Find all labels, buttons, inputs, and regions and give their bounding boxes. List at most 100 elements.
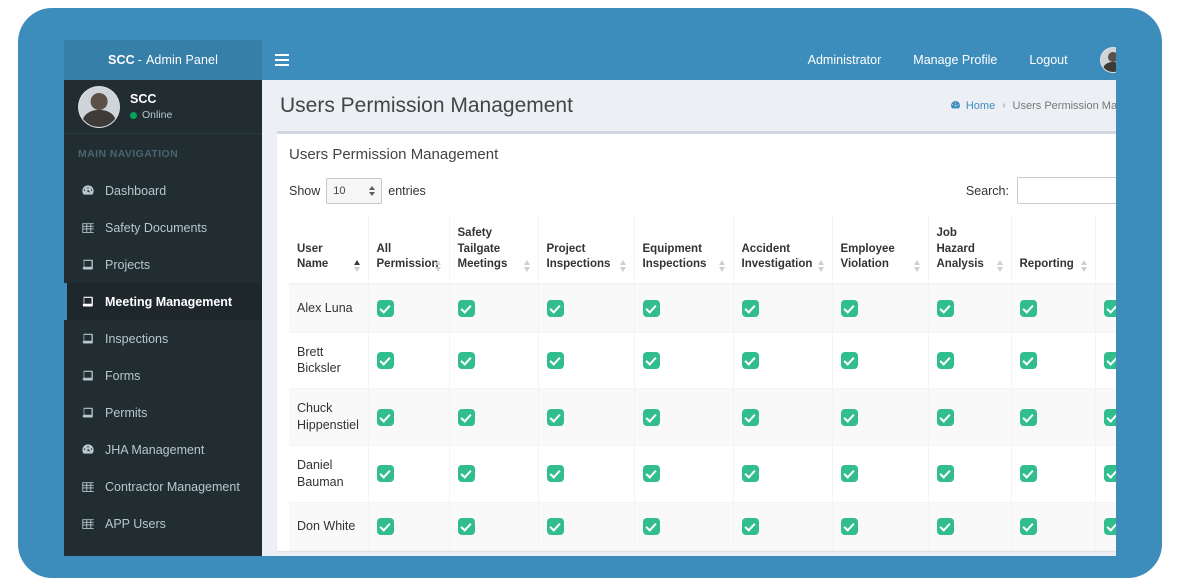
permission-checkbox-checked[interactable] — [546, 408, 564, 426]
sidebar-item-safety-documents[interactable]: Safety Documents — [64, 209, 262, 246]
permission-checkbox-checked[interactable] — [457, 465, 475, 483]
breadcrumb-home[interactable]: Home — [950, 100, 995, 112]
cell-permission — [367, 501, 449, 551]
permission-checkbox-checked[interactable] — [1019, 351, 1037, 369]
permission-checkbox-checked[interactable] — [741, 351, 759, 369]
hamburger-menu-icon[interactable] — [262, 40, 302, 80]
column-header-all-permission[interactable]: All Permission — [367, 214, 449, 285]
permission-checkbox-checked[interactable] — [936, 299, 954, 317]
permission-checkbox-checked[interactable] — [376, 351, 394, 369]
sidebar-user-panel[interactable]: SCC Online — [64, 80, 262, 134]
sort-icon — [522, 260, 532, 272]
sidebar-item-projects[interactable]: Projects — [64, 246, 262, 283]
cell-permission — [1010, 549, 1095, 551]
permission-checkbox-checked[interactable] — [1103, 299, 1116, 317]
permission-checkbox-checked[interactable] — [1019, 465, 1037, 483]
permission-checkbox-checked[interactable] — [457, 408, 475, 426]
cell-permission — [537, 549, 634, 551]
permission-checkbox-checked[interactable] — [546, 517, 564, 535]
permission-checkbox-checked[interactable] — [936, 408, 954, 426]
column-header-safety-tailgate-meetings[interactable]: Safety Tailgate Meetings — [448, 214, 538, 285]
column-header-reporting[interactable]: Reporting — [1010, 214, 1095, 285]
permission-checkbox-checked[interactable] — [840, 517, 858, 535]
permission-checkbox-checked[interactable] — [546, 465, 564, 483]
permission-checkbox-checked[interactable] — [1103, 351, 1116, 369]
permission-checkbox-checked[interactable] — [1103, 408, 1116, 426]
sidebar-item-jha-management[interactable]: JHA Management — [64, 431, 262, 468]
permission-checkbox-checked[interactable] — [1103, 465, 1116, 483]
permission-checkbox-checked[interactable] — [1103, 517, 1116, 535]
cell-permission — [1010, 501, 1095, 551]
permission-checkbox-checked[interactable] — [936, 517, 954, 535]
column-header-employee-violation[interactable]: Employee Violation — [831, 214, 928, 285]
permission-checkbox-checked[interactable] — [376, 517, 394, 535]
permission-checkbox-checked[interactable] — [457, 351, 475, 369]
sidebar-item-label: Dashboard — [105, 183, 167, 198]
permission-checkbox-checked[interactable] — [642, 408, 660, 426]
search-input[interactable] — [1017, 177, 1116, 204]
column-header-user-name[interactable]: User Name — [289, 214, 368, 285]
browser-window-frame: SCC - Admin Panel Administrator Manage P… — [18, 8, 1162, 578]
permission-checkbox-checked[interactable] — [936, 351, 954, 369]
permission-checkbox-checked[interactable] — [840, 299, 858, 317]
permission-checkbox-checked[interactable] — [840, 408, 858, 426]
permission-checkbox-checked[interactable] — [840, 465, 858, 483]
permission-checkbox-checked[interactable] — [741, 517, 759, 535]
cell-permission — [537, 445, 634, 503]
panel-header: Users Permission Management — [277, 134, 1116, 171]
table-icon — [81, 221, 95, 235]
breadcrumb-home-label: Home — [965, 99, 996, 112]
sidebar-item-contractor-management[interactable]: Contractor Management — [64, 468, 262, 505]
sidebar-item-forms[interactable]: Forms — [64, 357, 262, 394]
sidebar-item-app-users[interactable]: APP Users — [64, 505, 262, 542]
entries-select[interactable]: 10 — [326, 177, 383, 204]
permission-checkbox-checked[interactable] — [376, 408, 394, 426]
user-menu[interactable]: SCC — [1084, 47, 1116, 73]
permission-checkbox-checked[interactable] — [1019, 408, 1037, 426]
column-header-job-hazard-analysis[interactable]: Job Hazard Analysis — [927, 214, 1011, 285]
permission-checkbox-checked[interactable] — [457, 299, 475, 317]
cell-permission — [1010, 388, 1095, 446]
cell-permission — [831, 501, 928, 551]
permission-checkbox-checked[interactable] — [840, 351, 858, 369]
sidebar-item-dashboard[interactable]: Dashboard — [64, 172, 262, 209]
permission-checkbox-checked[interactable] — [546, 351, 564, 369]
cell-permission — [633, 283, 733, 332]
table-row: Felipe De Oliveira — [289, 549, 1116, 551]
permission-checkbox-checked[interactable] — [642, 517, 660, 535]
permission-checkbox-checked[interactable] — [546, 299, 564, 317]
permission-checkbox-checked[interactable] — [1019, 299, 1037, 317]
permission-checkbox-checked[interactable] — [457, 517, 475, 535]
permission-checkbox-checked[interactable] — [376, 465, 394, 483]
brand-logo[interactable]: SCC - Admin Panel — [64, 40, 262, 80]
column-header-accident-investigation[interactable]: Accident Investigation — [732, 214, 832, 285]
nav-link-manage-profile[interactable]: Manage Profile — [897, 40, 1013, 80]
table-row: Chuck Hippenstiel — [289, 388, 1116, 446]
cell-permission — [367, 283, 449, 332]
column-label: Safety Tailgate Meetings — [457, 227, 508, 271]
permission-checkbox-checked[interactable] — [642, 299, 660, 317]
permission-checkbox-checked[interactable] — [741, 299, 759, 317]
nav-link-logout[interactable]: Logout — [1013, 40, 1083, 80]
panel-users-permission: Users Permission Management Show 10 entr… — [277, 131, 1116, 551]
column-header-equipment-inspections[interactable]: Equipment Inspections — [633, 214, 733, 285]
sidebar-item-inspections[interactable]: Inspections — [64, 320, 262, 357]
permission-checkbox-checked[interactable] — [741, 465, 759, 483]
permission-checkbox-checked[interactable] — [741, 408, 759, 426]
table-row: Brett Bicksler — [289, 331, 1116, 389]
sidebar-item-meeting-management[interactable]: Meeting Management — [64, 283, 262, 320]
cell-user-name: Chuck Hippenstiel — [289, 388, 368, 446]
user-name-label: Daniel Bauman — [297, 458, 344, 489]
permission-checkbox-checked[interactable] — [1019, 517, 1037, 535]
permission-checkbox-checked[interactable] — [376, 299, 394, 317]
permission-checkbox-checked[interactable] — [642, 465, 660, 483]
sidebar-item-label: JHA Management — [105, 442, 205, 457]
nav-link-administrator[interactable]: Administrator — [792, 40, 898, 80]
permission-checkbox-checked[interactable] — [936, 465, 954, 483]
cell-permission — [831, 388, 928, 446]
column-header-project-inspections[interactable]: Project Inspections — [537, 214, 634, 285]
permission-checkbox-checked[interactable] — [642, 351, 660, 369]
book-icon — [81, 369, 95, 383]
sidebar-item-permits[interactable]: Permits — [64, 394, 262, 431]
datatable-scroll-container: User Name All Permission Safety Tailgate… — [277, 214, 1116, 551]
